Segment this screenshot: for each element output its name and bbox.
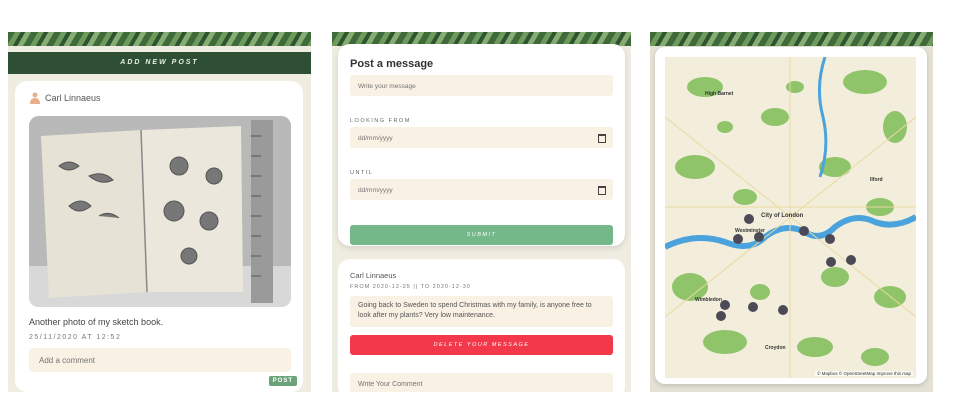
messages-panel: Post a message LOOKING FROM UNTIL SUBMIT… — [332, 32, 631, 392]
delete-message-button[interactable]: DELETE YOUR MESSAGE — [350, 335, 613, 355]
map-label-wimbledon: Wimbledon — [695, 297, 722, 303]
looking-from-label: LOOKING FROM — [350, 118, 411, 124]
map-panel: High Barnet City of London Westminster W… — [650, 32, 933, 392]
post-author[interactable]: Carl Linnaeus — [45, 93, 101, 103]
user-icon — [30, 92, 40, 104]
looking-from-date-input[interactable] — [350, 128, 606, 149]
calendar-icon[interactable] — [598, 186, 606, 195]
reply-field[interactable] — [350, 373, 613, 392]
reply-input[interactable] — [350, 373, 606, 392]
submit-button[interactable]: SUBMIT — [350, 225, 613, 245]
message-input[interactable] — [350, 76, 606, 97]
map-attribution[interactable]: © Mapbox © OpenStreetMap Improve this ma… — [815, 371, 913, 376]
message-field[interactable] — [350, 75, 613, 97]
post-photo — [29, 116, 291, 307]
message-text: Going back to Sweden to spend Christmas … — [350, 296, 613, 327]
message-author[interactable]: Carl Linnaeus — [350, 271, 396, 280]
map-label-croydon: Croydon — [765, 345, 786, 351]
looking-from-date-field[interactable] — [350, 127, 613, 149]
post-date: 25/11/2020 AT 12:52 — [29, 334, 122, 341]
london-map[interactable]: High Barnet City of London Westminster W… — [663, 56, 918, 378]
map-card: High Barnet City of London Westminster W… — [655, 47, 927, 384]
post-card: Carl Linnaeus Another photo of my sketch… — [15, 81, 303, 392]
message-date-range: FROM 2020-12-25 || TO 2020-12-30 — [350, 284, 471, 290]
add-new-post-button[interactable]: ADD NEW POST — [8, 52, 311, 74]
post-message-form: Post a message LOOKING FROM UNTIL SUBMIT — [338, 44, 625, 246]
leaf-header-banner — [650, 32, 933, 46]
until-date-field[interactable] — [350, 179, 613, 201]
message-card: Carl Linnaeus FROM 2020-12-25 || TO 2020… — [338, 259, 625, 392]
form-title: Post a message — [350, 58, 434, 70]
map-label-westminster: Westminster — [735, 228, 765, 234]
until-label: UNTIL — [350, 170, 374, 176]
until-date-input[interactable] — [350, 180, 606, 201]
leaf-header-banner — [8, 32, 311, 46]
map-label-city-of-london: City of London — [761, 213, 804, 219]
feed-panel: ADD NEW POST Carl Linnaeus Another photo… — [8, 32, 311, 392]
calendar-icon[interactable] — [598, 134, 606, 143]
comment-field[interactable] — [29, 348, 291, 372]
post-comment-button[interactable]: POST — [268, 376, 297, 386]
map-label-high-barnet: High Barnet — [705, 91, 734, 97]
map-label-ilford: Ilford — [870, 177, 883, 183]
post-caption: Another photo of my sketch book. — [29, 317, 164, 327]
comment-input[interactable] — [29, 348, 289, 372]
